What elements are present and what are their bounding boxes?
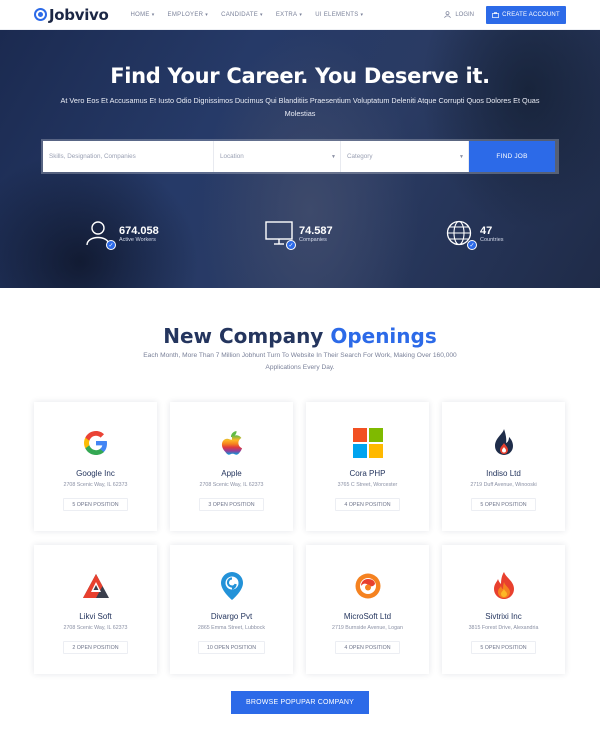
menu-item-ui-elements[interactable]: UI ELEMENTS ▾: [315, 12, 363, 18]
hero-subtitle: At Vero Eos Et Accusamus Et Iusto Odio D…: [60, 96, 540, 118]
company-card[interactable]: Apple 2708 Scenic Way, IL 62373 3 OPEN P…: [170, 402, 293, 531]
chevron-down-icon: ▾: [299, 11, 303, 18]
sivtrixi-logo-icon: [488, 570, 520, 602]
user-icon: [444, 11, 451, 18]
keyword-input[interactable]: Skills, Designation, Companies: [43, 141, 214, 172]
company-card[interactable]: Google Inc 2708 Scenic Way, IL 62373 5 O…: [34, 402, 157, 531]
stat-label: Companies: [299, 237, 327, 243]
top-navbar: Jobvivo HOME ▾ EMPLOYER ▾ CANDIDATE ▾ EXTRA…: [0, 0, 600, 30]
open-position-badge[interactable]: 5 OPEN POSITION: [63, 498, 128, 511]
company-name: Cora PHP: [349, 469, 386, 478]
company-address: 3765 C Street, Worcester: [337, 482, 398, 488]
company-grid: Google Inc 2708 Scenic Way, IL 62373 5 O…: [34, 402, 566, 674]
company-card[interactable]: MicroSoft Ltd 2719 Burnside Avenue, Loga…: [306, 545, 429, 674]
microsoft-logo-icon: [352, 570, 384, 602]
company-name: Indiso Ltd: [486, 469, 521, 478]
cora-logo-icon: [352, 427, 384, 459]
company-name: Likvi Soft: [79, 612, 112, 621]
company-address: 2708 Scenic Way, IL 62373: [63, 625, 128, 631]
company-card[interactable]: Indiso Ltd 2719 Duff Avenue, Winooski 5 …: [442, 402, 565, 531]
company-address: 2708 Scenic Way, IL 62373: [63, 482, 128, 488]
company-name: Apple: [221, 469, 242, 478]
category-select[interactable]: Category ▼: [341, 141, 469, 172]
company-address: 2865 Emma Street, Lubbock: [197, 625, 266, 631]
stat-number: 47: [480, 225, 493, 237]
check-badge-icon: ✓: [106, 240, 116, 250]
menu-item-employer[interactable]: EMPLOYER ▾: [168, 12, 209, 18]
company-card[interactable]: Divargo Pvt 2865 Emma Street, Lubbock 10…: [170, 545, 293, 674]
briefcase-icon: [492, 11, 500, 18]
logo-text: Jobvivo: [49, 5, 109, 24]
open-position-badge[interactable]: 3 OPEN POSITION: [199, 498, 264, 511]
company-name: MicroSoft Ltd: [343, 612, 392, 621]
site-logo[interactable]: Jobvivo: [34, 6, 109, 24]
chevron-down-icon: ▾: [260, 11, 263, 18]
find-job-button[interactable]: FIND JOB: [469, 141, 555, 172]
hero-title: Find Your Career. You Deserve it.: [110, 64, 490, 88]
company-address: 3815 Forest Drive, Alexandria: [468, 625, 539, 631]
menu-item-extra[interactable]: EXTRA ▾: [276, 12, 302, 18]
company-address: 2719 Duff Avenue, Winooski: [470, 482, 537, 488]
company-address: 2708 Scenic Way, IL 62373: [199, 482, 264, 488]
stat-number: 674.058: [119, 225, 159, 237]
company-address: 2719 Burnside Avenue, Logan: [332, 625, 403, 631]
likvi-logo-icon: [80, 570, 112, 602]
job-search-bar: Skills, Designation, Companies Location ▼…: [41, 139, 559, 174]
check-badge-icon: ✓: [467, 240, 477, 250]
indiso-logo-icon: [488, 427, 520, 459]
chevron-down-icon: ▼: [331, 154, 336, 160]
stat-countries: ✓ 47 Countries: [446, 220, 504, 250]
section-subtitle: Each Month, More Than 7 Million Jobhunt …: [143, 352, 457, 371]
section-title-accent: Openings: [330, 324, 437, 348]
open-position-badge[interactable]: 4 OPEN POSITION: [335, 641, 400, 654]
stat-label: Countries: [480, 237, 504, 243]
open-position-badge[interactable]: 4 OPEN POSITION: [335, 498, 400, 511]
stat-label: Active Workers: [119, 237, 156, 243]
chevron-down-icon: ▾: [360, 11, 364, 18]
main-menu: HOME ▾ EMPLOYER ▾ CANDIDATE ▾ EXTRA ▾ UI ELE…: [131, 12, 377, 18]
check-badge-icon: ✓: [286, 240, 296, 250]
create-account-button[interactable]: CREATE ACCOUNT: [486, 5, 566, 24]
open-position-badge[interactable]: 5 OPEN POSITION: [471, 641, 536, 654]
open-position-badge[interactable]: 2 OPEN POSITION: [63, 641, 128, 654]
open-position-badge[interactable]: 5 OPEN POSITION: [471, 498, 536, 511]
company-name: Sivtrixi Inc: [485, 612, 522, 621]
google-logo-icon: [80, 427, 112, 459]
chevron-down-icon: ▾: [151, 11, 155, 18]
company-card[interactable]: Sivtrixi Inc 3815 Forest Drive, Alexandr…: [442, 545, 565, 674]
nav-actions: LOGIN CREATE ACCOUNT: [444, 5, 566, 24]
login-link[interactable]: LOGIN: [444, 11, 474, 18]
chevron-down-icon: ▼: [459, 154, 464, 160]
divargo-logo-icon: [216, 570, 248, 602]
menu-item-candidate[interactable]: CANDIDATE ▾: [221, 12, 263, 18]
stat-active-workers: ✓ 674.058 Active Workers: [85, 220, 159, 250]
company-name: Google Inc: [76, 469, 115, 478]
stat-companies: ✓ 74.587 Companies: [265, 220, 333, 250]
chevron-down-icon: ▾: [205, 11, 209, 18]
company-name: Divargo Pvt: [210, 612, 253, 621]
company-card[interactable]: Cora PHP 3765 C Street, Worcester 4 OPEN…: [306, 402, 429, 531]
section-title: New Company Openings: [163, 324, 437, 348]
company-card[interactable]: Likvi Soft 2708 Scenic Way, IL 62373 2 O…: [34, 545, 157, 674]
browse-popular-company-button[interactable]: BROWSE POPUPAR COMPANY: [231, 691, 369, 714]
apple-logo-icon: [216, 427, 248, 459]
stat-number: 74.587: [299, 225, 333, 237]
location-select[interactable]: Location ▼: [214, 141, 341, 172]
menu-item-home[interactable]: HOME ▾: [131, 12, 155, 18]
open-position-badge[interactable]: 10 OPEN POSITION: [197, 641, 266, 654]
search-logo-icon: [34, 8, 47, 21]
hero-banner: Find Your Career. You Deserve it. At Ver…: [0, 30, 600, 288]
